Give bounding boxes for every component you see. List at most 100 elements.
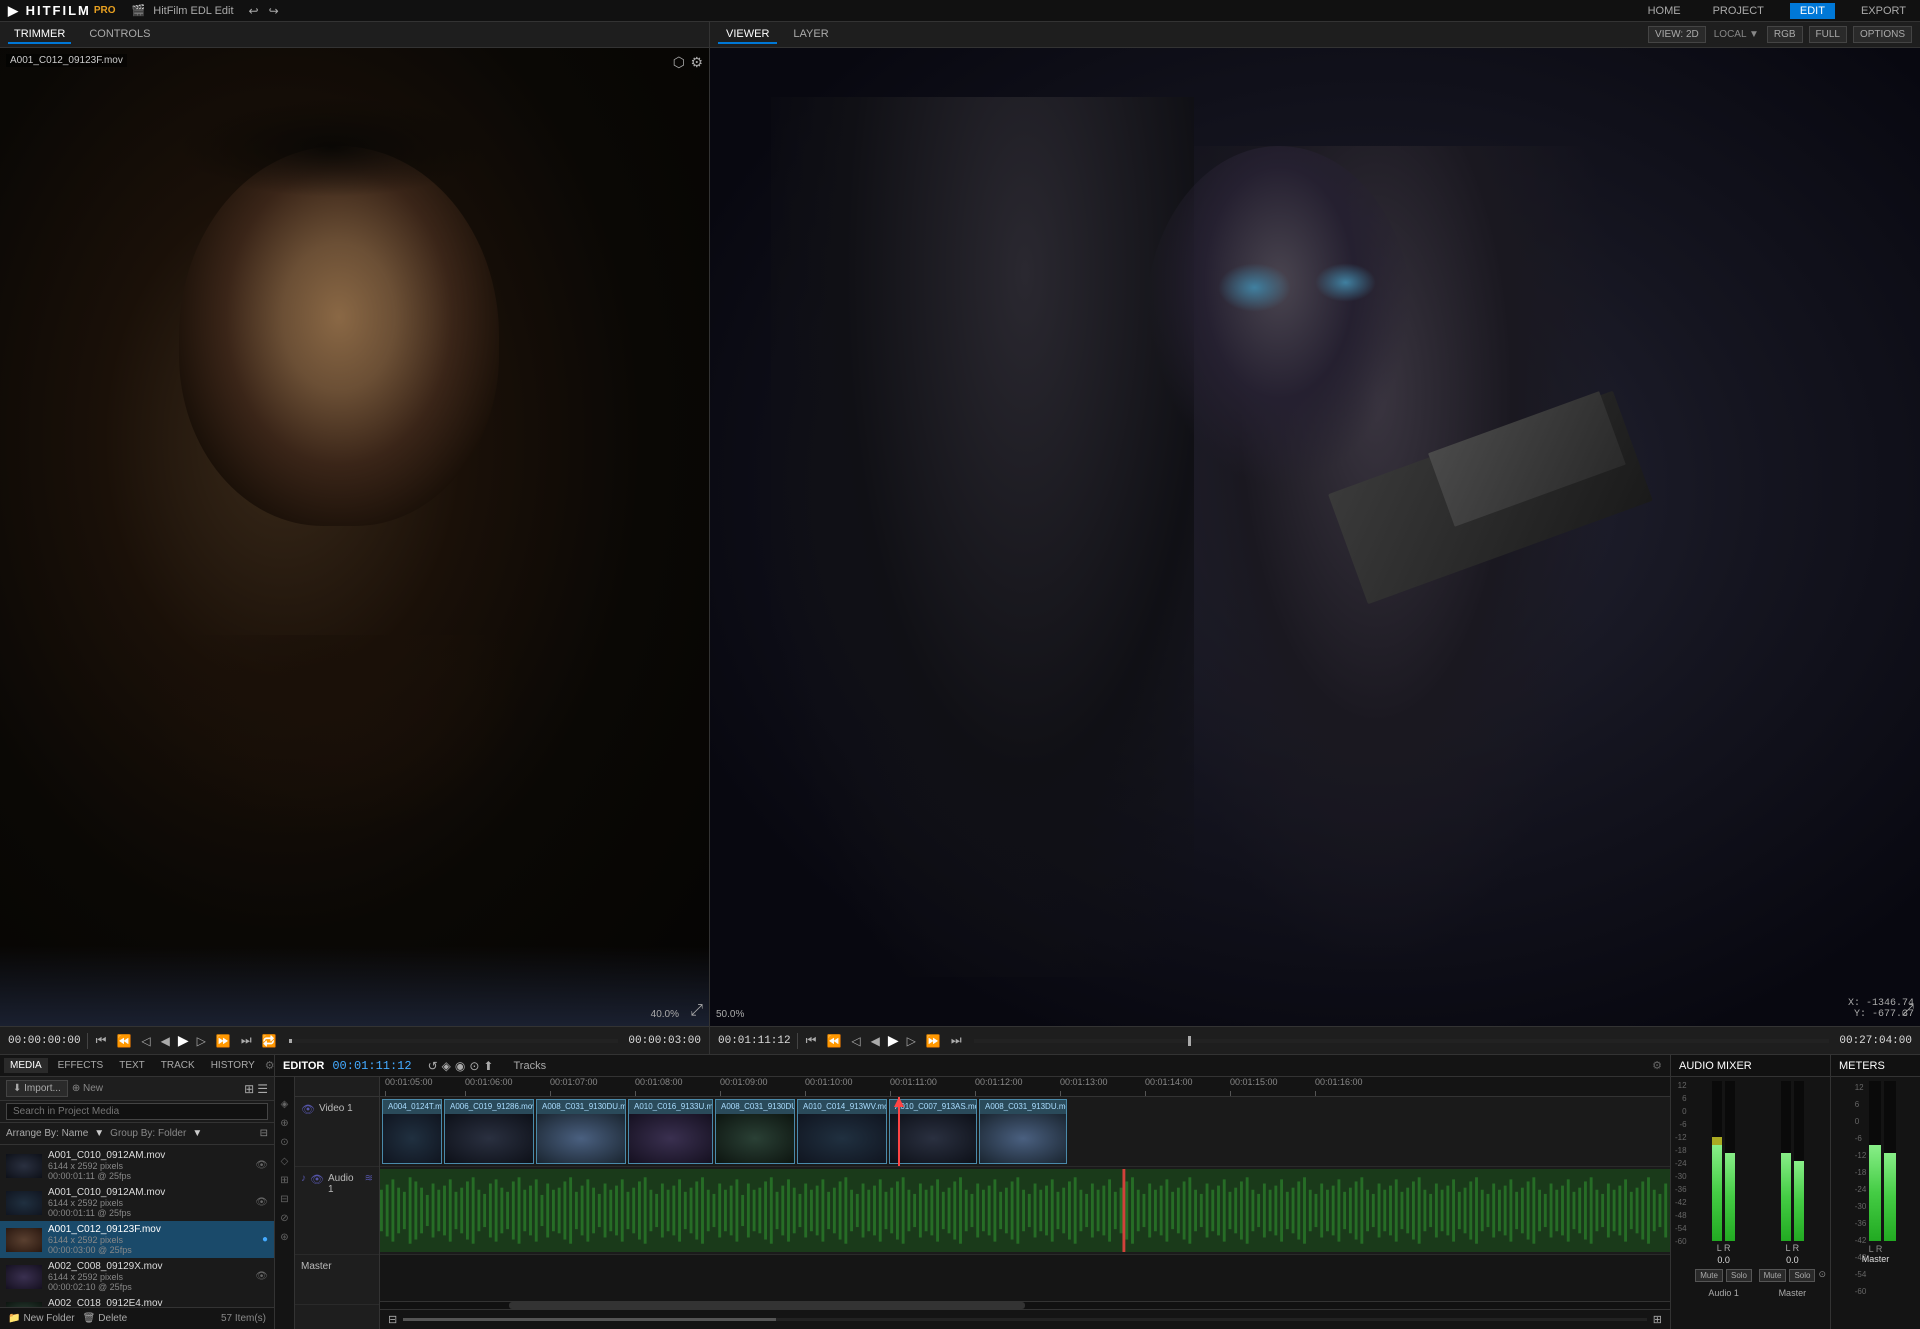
video-clip-5[interactable]: A008_C031_9130DU.mov bbox=[715, 1099, 795, 1164]
timeline-zoom-thumb[interactable] bbox=[403, 1318, 776, 1321]
editor-mark3-btn[interactable]: ⊙ bbox=[469, 1059, 479, 1073]
source-expand-btn[interactable]: ⤢ bbox=[690, 1002, 703, 1020]
source-last-frame-btn[interactable]: ⏭ bbox=[239, 1033, 254, 1048]
media-tab-media[interactable]: MEDIA bbox=[4, 1058, 48, 1073]
undo-button[interactable]: ↩ bbox=[246, 4, 262, 18]
audio-wave-icon[interactable]: ≋ bbox=[365, 1173, 373, 1184]
timeline-ctrl-5[interactable]: ⊞ bbox=[280, 1175, 288, 1186]
source-mark-in-btn[interactable]: ◁ bbox=[139, 1034, 152, 1048]
timeline-ctrl-3[interactable]: ⊙ bbox=[280, 1137, 288, 1148]
nav-edit[interactable]: EDIT bbox=[1790, 3, 1835, 19]
video-clip-6[interactable]: A010_C014_913WV.mov bbox=[797, 1099, 887, 1164]
timeline-zoom-bar[interactable] bbox=[403, 1318, 1647, 1321]
source-play-back-btn[interactable]: ◀ bbox=[159, 1034, 172, 1048]
arrange-dropdown[interactable]: ▼ bbox=[94, 1128, 104, 1139]
media-new-dropdown[interactable]: ⊕ New bbox=[72, 1083, 103, 1094]
source-step-fwd-btn[interactable]: ⏩ bbox=[214, 1034, 233, 1048]
delete-btn[interactable]: 🗑 Delete bbox=[83, 1313, 128, 1324]
color-mode-selector[interactable]: RGB bbox=[1767, 26, 1803, 43]
new-folder-btn[interactable]: 📁 New Folder bbox=[8, 1313, 75, 1324]
viewer-tab-layer[interactable]: LAYER bbox=[785, 26, 836, 44]
video-clip-4[interactable]: A010_C016_9133U.mov bbox=[628, 1099, 713, 1164]
source-expand-icon[interactable]: ⬡ bbox=[673, 54, 685, 71]
audio-track-eye[interactable]: 👁 bbox=[310, 1173, 324, 1186]
media-item-eye[interactable]: 👁 bbox=[255, 1160, 268, 1171]
media-item[interactable]: A002_C008_09129X.mov 6144 x 2592 pixels … bbox=[0, 1258, 274, 1295]
media-item-eye[interactable]: 👁 bbox=[255, 1271, 268, 1282]
source-playhead[interactable] bbox=[289, 1039, 292, 1043]
master-expand-btn[interactable]: ⊙ bbox=[1818, 1269, 1826, 1282]
source-loop-btn[interactable]: 🔁 bbox=[260, 1034, 279, 1048]
view-mode-selector[interactable]: VIEW: 2D bbox=[1648, 26, 1706, 43]
media-list-view-btn[interactable]: ☰ bbox=[257, 1082, 268, 1096]
source-scrubber[interactable] bbox=[289, 1039, 619, 1043]
video-track-eye[interactable]: 👁 bbox=[301, 1103, 315, 1116]
media-item-eye[interactable]: 👁 bbox=[255, 1197, 268, 1208]
solo-btn-1[interactable]: Solo bbox=[1726, 1269, 1752, 1282]
editor-mark-btn[interactable]: ◈ bbox=[442, 1059, 451, 1073]
media-search-input[interactable] bbox=[6, 1103, 268, 1120]
media-grid-view-btn[interactable]: ⊞ bbox=[244, 1082, 254, 1096]
timeline-ctrl-4[interactable]: ◇ bbox=[281, 1156, 289, 1167]
viewer-mark-out-btn[interactable]: ▷ bbox=[905, 1034, 918, 1048]
timeline-ruler[interactable]: 00:01:05:00 00:01:06:00 00:01:07:00 00:0… bbox=[380, 1077, 1670, 1097]
media-item-selected[interactable]: A001_C012_09123F.mov 6144 x 2592 pixels … bbox=[0, 1221, 274, 1258]
nav-home[interactable]: HOME bbox=[1642, 3, 1687, 19]
solo-btn-master[interactable]: Solo bbox=[1789, 1269, 1815, 1282]
video-clip-8[interactable]: A008_C031_913DU.mov bbox=[979, 1099, 1067, 1164]
mute-btn-master[interactable]: Mute bbox=[1759, 1269, 1787, 1282]
source-step-back-btn[interactable]: ⏪ bbox=[114, 1034, 133, 1048]
options-btn[interactable]: OPTIONS bbox=[1853, 26, 1912, 43]
viewer-next-btn[interactable]: ⏭ bbox=[949, 1033, 964, 1048]
timeline-scroll-thumb[interactable] bbox=[509, 1302, 1025, 1309]
timeline-ctrl-2[interactable]: ⊕ bbox=[280, 1118, 288, 1129]
viewer-step-fwd-btn[interactable]: ⏩ bbox=[924, 1034, 943, 1048]
viewer-step-back-btn[interactable]: ⏪ bbox=[824, 1034, 843, 1048]
timeline-zoom-in-btn[interactable]: ⊞ bbox=[1653, 1313, 1662, 1326]
media-tab-text[interactable]: TEXT bbox=[113, 1058, 151, 1073]
timeline-ctrl-1[interactable]: ◈ bbox=[281, 1099, 289, 1110]
viewer-expand-btn[interactable]: ⤢ bbox=[1901, 1002, 1914, 1020]
viewer-playhead[interactable] bbox=[1188, 1036, 1191, 1046]
viewer-scrubber[interactable] bbox=[974, 1039, 1830, 1043]
nav-project[interactable]: PROJECT bbox=[1707, 3, 1770, 19]
media-tab-track[interactable]: TRACK bbox=[155, 1058, 201, 1073]
source-play-btn[interactable]: ▶ bbox=[178, 1032, 189, 1049]
viewer-play-back-btn[interactable]: ◀ bbox=[869, 1034, 882, 1048]
full-view-btn[interactable]: FULL bbox=[1809, 26, 1847, 43]
timeline-scrollbar[interactable] bbox=[380, 1301, 1670, 1309]
media-tab-effects[interactable]: EFFECTS bbox=[52, 1058, 110, 1073]
timeline-ctrl-8[interactable]: ⊛ bbox=[280, 1232, 288, 1243]
controls-tab[interactable]: CONTROLS bbox=[83, 26, 156, 44]
source-prev-frame-btn[interactable]: ⏮ bbox=[94, 1033, 109, 1048]
video-clip-1[interactable]: A004_0124T.mov bbox=[382, 1099, 442, 1164]
editor-to-start-btn[interactable]: ↺ bbox=[428, 1059, 438, 1073]
viewer-prev-btn[interactable]: ⏮ bbox=[804, 1033, 819, 1048]
source-settings-icon[interactable]: ⚙ bbox=[690, 54, 703, 71]
nav-export[interactable]: EXPORT bbox=[1855, 3, 1912, 19]
timeline-ctrl-6[interactable]: ⊟ bbox=[280, 1194, 288, 1205]
media-item[interactable]: A001_C010_0912AM.mov 6144 x 2592 pixels … bbox=[0, 1147, 274, 1184]
viewer-mark-in-btn[interactable]: ◁ bbox=[849, 1034, 862, 1048]
timeline-ctrl-7[interactable]: ⊘ bbox=[280, 1213, 288, 1224]
mute-btn-1[interactable]: Mute bbox=[1695, 1269, 1723, 1282]
media-item[interactable]: A002_C018_0912E4.mov 6144 x 2592 pixels … bbox=[0, 1295, 274, 1307]
viewer-play-btn[interactable]: ▶ bbox=[888, 1032, 899, 1049]
editor-settings-icon[interactable]: ⚙ bbox=[1652, 1059, 1662, 1072]
group-dropdown[interactable]: ▼ bbox=[192, 1128, 202, 1139]
viewer-tab-viewer[interactable]: VIEWER bbox=[718, 26, 777, 44]
filter-icon[interactable]: ⊟ bbox=[260, 1128, 268, 1139]
media-panel-settings[interactable]: ⚙ bbox=[265, 1059, 275, 1072]
media-import-btn[interactable]: ⬇ Import... bbox=[6, 1080, 68, 1097]
editor-mark2-btn[interactable]: ◉ bbox=[455, 1059, 465, 1073]
editor-export-btn[interactable]: ⬆ bbox=[483, 1059, 493, 1073]
source-mark-out-btn[interactable]: ▷ bbox=[195, 1034, 208, 1048]
video-clip-3[interactable]: A008_C031_9130DU.mov bbox=[536, 1099, 626, 1164]
media-item[interactable]: A001_C010_0912AM.mov 6144 x 2592 pixels … bbox=[0, 1184, 274, 1221]
redo-button[interactable]: ↪ bbox=[266, 4, 282, 18]
timeline-zoom-out-btn[interactable]: ⊟ bbox=[388, 1313, 397, 1326]
trimmer-tab[interactable]: TRIMMER bbox=[8, 26, 71, 44]
video-clip-2[interactable]: A006_C019_91286.mov bbox=[444, 1099, 534, 1164]
media-item-active-icon[interactable]: ● bbox=[262, 1234, 268, 1245]
media-tab-history[interactable]: HISTORY bbox=[205, 1058, 261, 1073]
